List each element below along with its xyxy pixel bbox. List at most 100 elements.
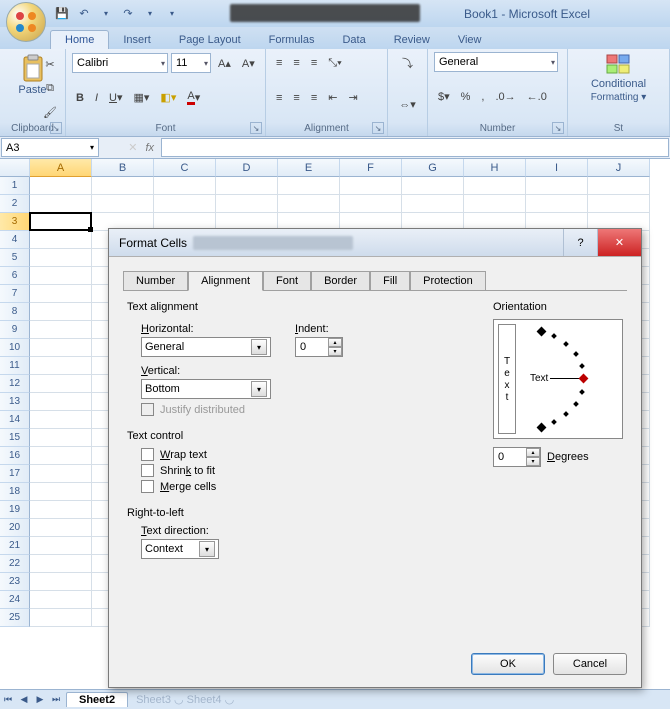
cell[interactable]: [30, 591, 92, 609]
row-header[interactable]: 25: [0, 609, 30, 627]
wrap-text-checkbox[interactable]: Wrap text: [141, 448, 473, 461]
name-box[interactable]: A3▾: [1, 138, 99, 157]
alignment-launcher[interactable]: ↘: [372, 122, 384, 134]
spin-up-icon[interactable]: ▴: [526, 448, 540, 457]
underline-button[interactable]: U▾: [105, 87, 126, 109]
cell[interactable]: [30, 195, 92, 213]
cell[interactable]: [402, 177, 464, 195]
office-button[interactable]: [6, 2, 46, 42]
fx-icon[interactable]: fx: [145, 142, 154, 154]
cell[interactable]: [30, 357, 92, 375]
sheet-nav-last[interactable]: ⏭: [48, 692, 64, 708]
cancel-formula-icon[interactable]: ✕: [128, 141, 137, 154]
cell[interactable]: [30, 411, 92, 429]
tab-page-layout[interactable]: Page Layout: [165, 31, 255, 49]
spin-down-icon[interactable]: ▾: [328, 347, 342, 356]
row-header[interactable]: 6: [0, 267, 30, 285]
border-button[interactable]: ▦▾: [130, 87, 154, 109]
row-header[interactable]: 1: [0, 177, 30, 195]
number-launcher[interactable]: ↘: [552, 122, 564, 134]
orientation-dot[interactable]: [551, 333, 557, 339]
row-header[interactable]: 23: [0, 573, 30, 591]
cell[interactable]: [30, 285, 92, 303]
tab-view[interactable]: View: [444, 31, 496, 49]
qat-dropdown-icon-2[interactable]: ▾: [142, 6, 158, 22]
orientation-dot[interactable]: [551, 419, 557, 425]
undo-icon[interactable]: ↶: [76, 6, 92, 22]
orientation-icon[interactable]: ⤡▾: [324, 52, 345, 74]
degrees-value[interactable]: [494, 451, 522, 463]
cell[interactable]: [526, 195, 588, 213]
cut-icon[interactable]: ✂: [39, 53, 61, 75]
orientation-vertical-text[interactable]: T e x t: [498, 324, 516, 434]
cell[interactable]: [30, 429, 92, 447]
format-painter-icon[interactable]: 🖌: [39, 101, 61, 123]
degrees-spinner[interactable]: ▴▾: [493, 447, 541, 467]
cell[interactable]: [92, 195, 154, 213]
grow-font-icon[interactable]: A▴: [214, 52, 235, 74]
dlg-tab-number[interactable]: Number: [123, 271, 188, 291]
cell[interactable]: [30, 555, 92, 573]
cell[interactable]: [30, 483, 92, 501]
cell[interactable]: [402, 195, 464, 213]
cell[interactable]: [526, 177, 588, 195]
cell[interactable]: [30, 393, 92, 411]
row-header[interactable]: 24: [0, 591, 30, 609]
cell[interactable]: [588, 195, 650, 213]
cell[interactable]: [92, 177, 154, 195]
horizontal-select[interactable]: General▾: [141, 337, 271, 357]
decrease-indent-icon[interactable]: ⇤: [324, 87, 341, 109]
row-header[interactable]: 11: [0, 357, 30, 375]
cell[interactable]: [30, 303, 92, 321]
orientation-dot[interactable]: [563, 411, 569, 417]
text-direction-select[interactable]: Context▾: [141, 539, 219, 559]
wrap-text-icon[interactable]: ⤵: [394, 52, 421, 74]
cell[interactable]: [340, 177, 402, 195]
cell[interactable]: [30, 465, 92, 483]
align-middle-icon[interactable]: ≡: [289, 52, 303, 74]
dlg-tab-alignment[interactable]: Alignment: [188, 271, 263, 291]
dlg-tab-fill[interactable]: Fill: [370, 271, 410, 291]
align-center-icon[interactable]: ≡: [289, 87, 303, 109]
dlg-tab-font[interactable]: Font: [263, 271, 311, 291]
shrink-to-fit-checkbox[interactable]: Shrink to fit: [141, 464, 473, 477]
tab-home[interactable]: Home: [50, 30, 109, 49]
tab-review[interactable]: Review: [380, 31, 444, 49]
cell[interactable]: [30, 447, 92, 465]
cell[interactable]: [30, 501, 92, 519]
column-header[interactable]: B: [92, 159, 154, 177]
sheet-tab-active[interactable]: Sheet2: [66, 692, 128, 707]
row-header[interactable]: 22: [0, 555, 30, 573]
orientation-handle[interactable]: [579, 374, 589, 384]
qat-dropdown-icon[interactable]: ▾: [98, 6, 114, 22]
cell[interactable]: [30, 321, 92, 339]
comma-format-icon[interactable]: ,: [477, 86, 488, 108]
orientation-dot[interactable]: [579, 389, 585, 395]
cell[interactable]: [30, 231, 92, 249]
cell[interactable]: [464, 195, 526, 213]
cell[interactable]: [30, 339, 92, 357]
cell[interactable]: [278, 177, 340, 195]
row-header[interactable]: 20: [0, 519, 30, 537]
row-header[interactable]: 9: [0, 321, 30, 339]
row-header[interactable]: 16: [0, 447, 30, 465]
ok-button[interactable]: OK: [471, 653, 545, 675]
cell[interactable]: [30, 375, 92, 393]
increase-decimal-icon[interactable]: .0→: [491, 86, 519, 108]
dlg-tab-protection[interactable]: Protection: [410, 271, 486, 291]
cell[interactable]: [30, 267, 92, 285]
cell[interactable]: [30, 519, 92, 537]
orientation-control[interactable]: T e x t Text: [493, 319, 623, 439]
font-launcher[interactable]: ↘: [250, 122, 262, 134]
font-name-combo[interactable]: Calibri▾: [72, 53, 168, 73]
row-header[interactable]: 19: [0, 501, 30, 519]
column-header[interactable]: A: [30, 159, 92, 177]
redo-icon[interactable]: ↷: [120, 6, 136, 22]
row-header[interactable]: 15: [0, 429, 30, 447]
row-header[interactable]: 3: [0, 213, 30, 231]
tab-formulas[interactable]: Formulas: [255, 31, 329, 49]
cell[interactable]: [30, 213, 92, 231]
row-header[interactable]: 5: [0, 249, 30, 267]
cell[interactable]: [154, 195, 216, 213]
spin-up-icon[interactable]: ▴: [328, 338, 342, 347]
